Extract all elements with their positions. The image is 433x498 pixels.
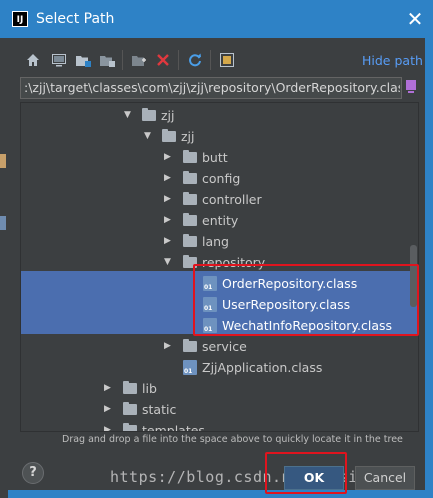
tree-row[interactable]: ▶ butt <box>21 147 401 168</box>
home-icon[interactable] <box>24 52 42 68</box>
folder-icon <box>183 192 197 205</box>
tree-item-label: zjj <box>181 129 195 144</box>
hide-path-link[interactable]: Hide path <box>362 53 423 68</box>
highlight-box-classes <box>193 264 419 336</box>
tree-item-label: ZjjApplication.class <box>202 360 323 375</box>
tree-row[interactable]: ▶ service <box>21 336 401 357</box>
expand-arrow-icon[interactable]: ▼ <box>144 126 154 147</box>
tree-item-label: config <box>202 171 241 186</box>
collapse-arrow-icon[interactable]: ▶ <box>104 420 114 431</box>
tree-row[interactable]: ▼ zjj <box>21 126 401 147</box>
folder-icon <box>183 150 197 163</box>
background-ide-edge <box>0 38 8 498</box>
tree-row[interactable]: ▶ static <box>21 399 401 420</box>
collapse-arrow-icon[interactable]: ▶ <box>164 231 174 252</box>
toolbar-separator <box>122 50 123 70</box>
folder-icon <box>183 213 197 226</box>
expand-arrow-icon[interactable]: ▼ <box>124 105 134 126</box>
refresh-icon[interactable] <box>186 52 204 68</box>
delete-icon[interactable] <box>154 52 172 68</box>
tree-item-label: service <box>202 339 247 354</box>
highlight-box-ok <box>265 452 347 494</box>
tree-item-label: entity <box>202 213 239 228</box>
tree-row[interactable]: ▶ entity <box>21 210 401 231</box>
tree-item-label: zjj <box>161 108 175 123</box>
folder-icon <box>183 339 197 352</box>
folder-icon <box>162 129 176 142</box>
collapse-arrow-icon[interactable]: ▶ <box>164 189 174 210</box>
tree-item-label: lib <box>142 381 157 396</box>
tree-item-label: templates <box>142 423 205 432</box>
path-history-icon[interactable] <box>405 80 419 96</box>
new-folder-icon[interactable] <box>130 52 148 68</box>
window-title: Select Path <box>36 11 115 27</box>
tree-row[interactable]: ZjjApplication.class <box>21 357 401 378</box>
collapse-arrow-icon[interactable]: ▶ <box>104 399 114 420</box>
collapse-arrow-icon[interactable]: ▶ <box>164 168 174 189</box>
tree-row[interactable]: ▶ templates <box>21 420 401 432</box>
collapse-arrow-icon[interactable]: ▶ <box>164 147 174 168</box>
tree-row[interactable]: ▼ zjj <box>21 105 401 126</box>
collapse-arrow-icon[interactable]: ▶ <box>164 336 174 357</box>
project-folder-icon[interactable] <box>74 52 92 68</box>
tree-row[interactable]: ▶ lib <box>21 378 401 399</box>
tree-item-label: lang <box>202 234 229 249</box>
collapse-arrow-icon[interactable]: ▶ <box>104 378 114 399</box>
folder-icon <box>123 402 137 415</box>
toolbar-separator <box>210 50 211 70</box>
folder-icon <box>123 423 137 431</box>
folder-icon <box>123 381 137 394</box>
tree-row[interactable]: ▶ config <box>21 168 401 189</box>
intellij-app-icon: IJ <box>12 11 28 27</box>
folder-icon <box>183 171 197 184</box>
desktop-icon[interactable] <box>50 52 68 68</box>
tree-item-label: static <box>142 402 177 417</box>
tree-row[interactable]: ▶ lang <box>21 231 401 252</box>
folder-icon <box>142 108 156 121</box>
drag-drop-hint: Drag and drop a file into the space abov… <box>62 434 403 445</box>
tree-item-label: controller <box>202 192 262 207</box>
module-folder-icon[interactable] <box>98 52 116 68</box>
cancel-button[interactable]: Cancel <box>355 466 415 490</box>
tree-row[interactable]: ▶ controller <box>21 189 401 210</box>
help-button[interactable]: ? <box>22 462 44 484</box>
folder-icon <box>183 234 197 247</box>
close-icon[interactable]: ✕ <box>405 9 425 30</box>
path-input[interactable]: :\zjj\target\classes\com\zjj\zjj\reposit… <box>24 80 400 96</box>
expand-arrow-icon[interactable]: ▼ <box>164 252 174 273</box>
collapse-arrow-icon[interactable]: ▶ <box>164 210 174 231</box>
show-hidden-icon[interactable] <box>218 52 236 68</box>
tree-item-label: butt <box>202 150 228 165</box>
toolbar-separator <box>178 50 179 70</box>
class-file-icon <box>183 360 197 375</box>
